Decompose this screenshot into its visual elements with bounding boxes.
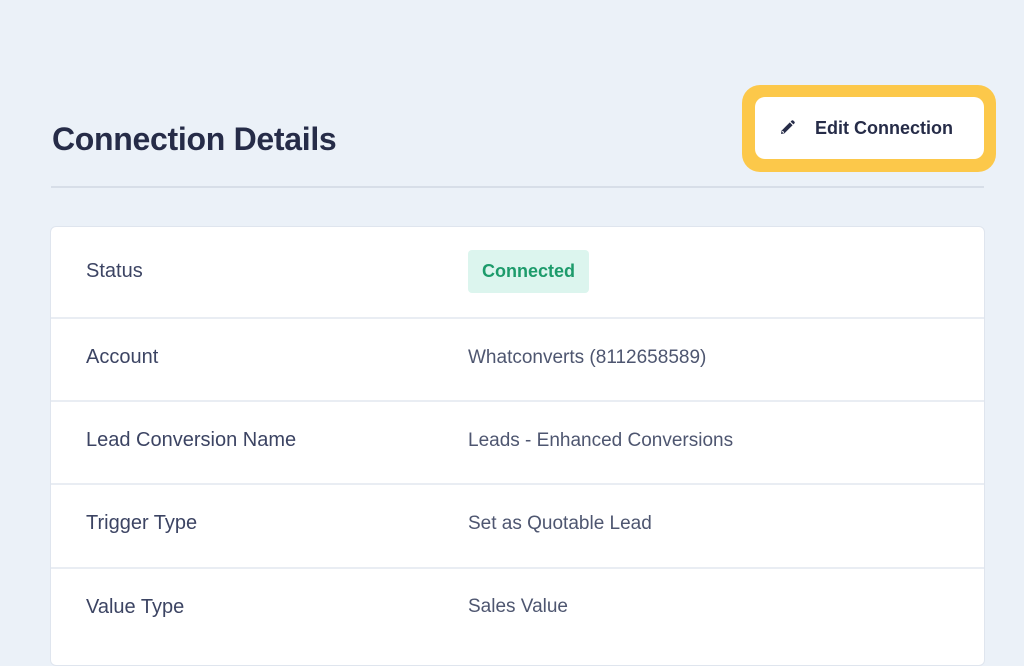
trigger-type-value: Set as Quotable Lead xyxy=(468,513,652,534)
trigger-type-row: Trigger Type Set as Quotable Lead xyxy=(51,485,984,569)
edit-connection-button[interactable]: Edit Connection xyxy=(755,97,984,159)
value-type-label: Value Type xyxy=(86,596,185,618)
status-badge: Connected xyxy=(468,250,590,293)
trigger-type-label: Trigger Type xyxy=(86,512,198,534)
account-value: Whatconverts (8112658589) xyxy=(468,347,707,368)
page-title: Connection Details xyxy=(52,121,337,157)
status-row: Status Connected xyxy=(51,227,984,319)
value-type-value: Sales Value xyxy=(468,596,568,617)
account-row: Account Whatconverts (8112658589) xyxy=(51,319,984,402)
account-label: Account xyxy=(86,346,159,368)
connection-details-card: Status Connected Account Whatconverts (8… xyxy=(50,226,985,666)
lead-conversion-name-label: Lead Conversion Name xyxy=(86,429,297,451)
header-divider xyxy=(51,186,984,188)
status-label: Status xyxy=(86,260,143,282)
lead-conversion-name-row: Lead Conversion Name Leads - Enhanced Co… xyxy=(51,402,984,485)
lead-conversion-name-value: Leads - Enhanced Conversions xyxy=(468,430,734,451)
edit-connection-label: Edit Connection xyxy=(815,117,953,138)
value-type-row: Value Type Sales Value xyxy=(51,569,984,665)
pencil-icon xyxy=(778,119,796,137)
